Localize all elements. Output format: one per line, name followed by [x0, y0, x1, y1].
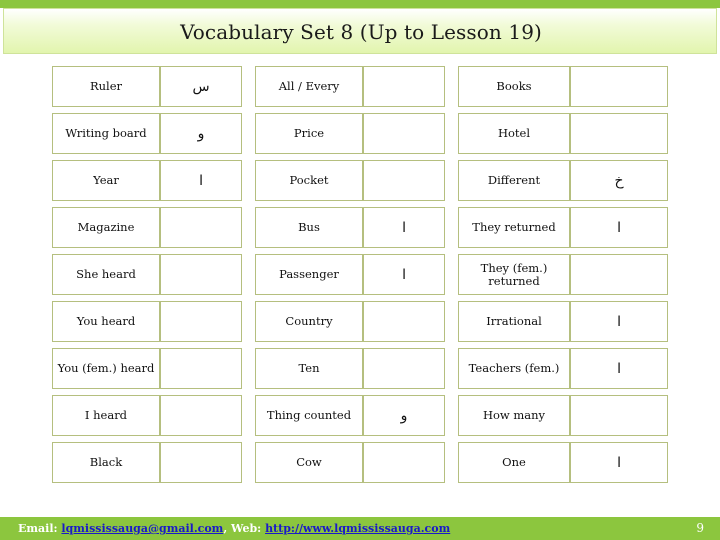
vocab-arabic-cell [363, 113, 445, 154]
vocab-term-cell: Passenger [255, 254, 363, 295]
header-accent-strip [0, 0, 720, 8]
table-row: You (fem.) heard [52, 348, 242, 389]
vocab-arabic-cell [363, 442, 445, 483]
table-row: All / Every [255, 66, 445, 107]
vocab-arabic-cell: ا [363, 207, 445, 248]
table-row: Pocket [255, 160, 445, 201]
footer-web-link[interactable]: http://www.lqmississauga.com [265, 522, 450, 535]
vocab-arabic-cell [570, 113, 668, 154]
vocab-term-cell: They returned [458, 207, 570, 248]
table-row: Country [255, 301, 445, 342]
table-row: Bus ا [255, 207, 445, 248]
vocab-arabic-cell [160, 442, 242, 483]
slide-footer: Email: lqmississauga@gmail.com, Web: htt… [0, 517, 720, 540]
vocab-term-cell: Thing counted [255, 395, 363, 436]
vocab-arabic-cell [363, 301, 445, 342]
table-row: You heard [52, 301, 242, 342]
vocab-term-cell: Hotel [458, 113, 570, 154]
vocab-arabic-cell: س [160, 66, 242, 107]
table-row: Price [255, 113, 445, 154]
vocab-arabic-cell: ا [570, 442, 668, 483]
vocab-arabic-cell: ا [570, 301, 668, 342]
vocabulary-table-area: Ruler س Writing board و Year ا Magazine She hea… [0, 66, 720, 498]
slide-header: Vocabulary Set 8 (Up to Lesson 19) [0, 0, 720, 58]
table-row: I heard [52, 395, 242, 436]
vocab-arabic-cell [160, 348, 242, 389]
table-row: Passenger ا [255, 254, 445, 295]
vocab-arabic-cell: ا [160, 160, 242, 201]
vocab-arabic-cell [363, 160, 445, 201]
table-row: Writing board و [52, 113, 242, 154]
vocab-arabic-cell [570, 395, 668, 436]
vocab-arabic-cell [570, 66, 668, 107]
vocab-arabic-cell [160, 254, 242, 295]
vocab-arabic-cell: و [160, 113, 242, 154]
footer-separator: , [223, 522, 231, 535]
vocab-term-cell: All / Every [255, 66, 363, 107]
table-row: Black [52, 442, 242, 483]
vocab-arabic-cell: و [363, 395, 445, 436]
vocab-arabic-cell [363, 66, 445, 107]
vocabulary-column-2: All / Every Price Pocket Bus ا Passenger ا Coun… [255, 66, 445, 489]
vocab-arabic-cell: ا [570, 207, 668, 248]
vocab-term-cell: Books [458, 66, 570, 107]
vocab-arabic-cell: خ [570, 160, 668, 201]
vocab-term-cell: One [458, 442, 570, 483]
footer-contact-line: Email: lqmississauga@gmail.com, Web: htt… [18, 517, 450, 540]
vocab-arabic-cell [160, 207, 242, 248]
table-row: They returned ا [458, 207, 668, 248]
footer-email-label: Email: [18, 522, 58, 535]
vocab-term-cell: You heard [52, 301, 160, 342]
vocab-arabic-cell [570, 254, 668, 295]
footer-web-label: Web: [231, 522, 262, 535]
table-row: Books [458, 66, 668, 107]
vocab-term-cell: Writing board [52, 113, 160, 154]
table-row: Ruler س [52, 66, 242, 107]
vocab-arabic-cell [160, 301, 242, 342]
vocab-term-cell: How many [458, 395, 570, 436]
vocab-term-cell: Teachers (fem.) [458, 348, 570, 389]
table-row: Teachers (fem.) ا [458, 348, 668, 389]
vocab-arabic-cell [160, 395, 242, 436]
vocab-term-cell: Price [255, 113, 363, 154]
vocab-term-cell: She heard [52, 254, 160, 295]
vocab-term-cell: Year [52, 160, 160, 201]
vocab-term-cell: Cow [255, 442, 363, 483]
table-row: They (fem.) returned [458, 254, 668, 295]
vocab-arabic-cell: ا [363, 254, 445, 295]
vocab-arabic-cell [363, 348, 445, 389]
table-row: How many [458, 395, 668, 436]
table-row: She heard [52, 254, 242, 295]
vocab-term-cell: You (fem.) heard [52, 348, 160, 389]
vocab-term-cell: Country [255, 301, 363, 342]
table-row: One ا [458, 442, 668, 483]
vocabulary-column-3: Books Hotel Different خ They returned ا They (… [458, 66, 668, 489]
table-row: Irrational ا [458, 301, 668, 342]
table-row: Different خ [458, 160, 668, 201]
table-row: Hotel [458, 113, 668, 154]
title-panel: Vocabulary Set 8 (Up to Lesson 19) [3, 8, 717, 54]
footer-email-link[interactable]: lqmississauga@gmail.com [61, 522, 223, 535]
vocabulary-column-1: Ruler س Writing board و Year ا Magazine She hea… [52, 66, 242, 489]
vocab-term-cell: Ten [255, 348, 363, 389]
slide-number: 9 [696, 521, 704, 535]
vocab-term-cell: They (fem.) returned [458, 254, 570, 295]
vocab-term-cell: Irrational [458, 301, 570, 342]
table-row: Magazine [52, 207, 242, 248]
vocab-term-cell: Different [458, 160, 570, 201]
vocab-term-cell: Pocket [255, 160, 363, 201]
page-title: Vocabulary Set 8 (Up to Lesson 19) [180, 20, 542, 44]
table-row: Thing counted و [255, 395, 445, 436]
vocab-term-cell: Magazine [52, 207, 160, 248]
vocab-arabic-cell: ا [570, 348, 668, 389]
vocab-term-cell: Bus [255, 207, 363, 248]
vocab-term-cell: Black [52, 442, 160, 483]
table-row: Ten [255, 348, 445, 389]
vocab-term-cell: Ruler [52, 66, 160, 107]
vocab-term-cell: I heard [52, 395, 160, 436]
table-row: Year ا [52, 160, 242, 201]
table-row: Cow [255, 442, 445, 483]
